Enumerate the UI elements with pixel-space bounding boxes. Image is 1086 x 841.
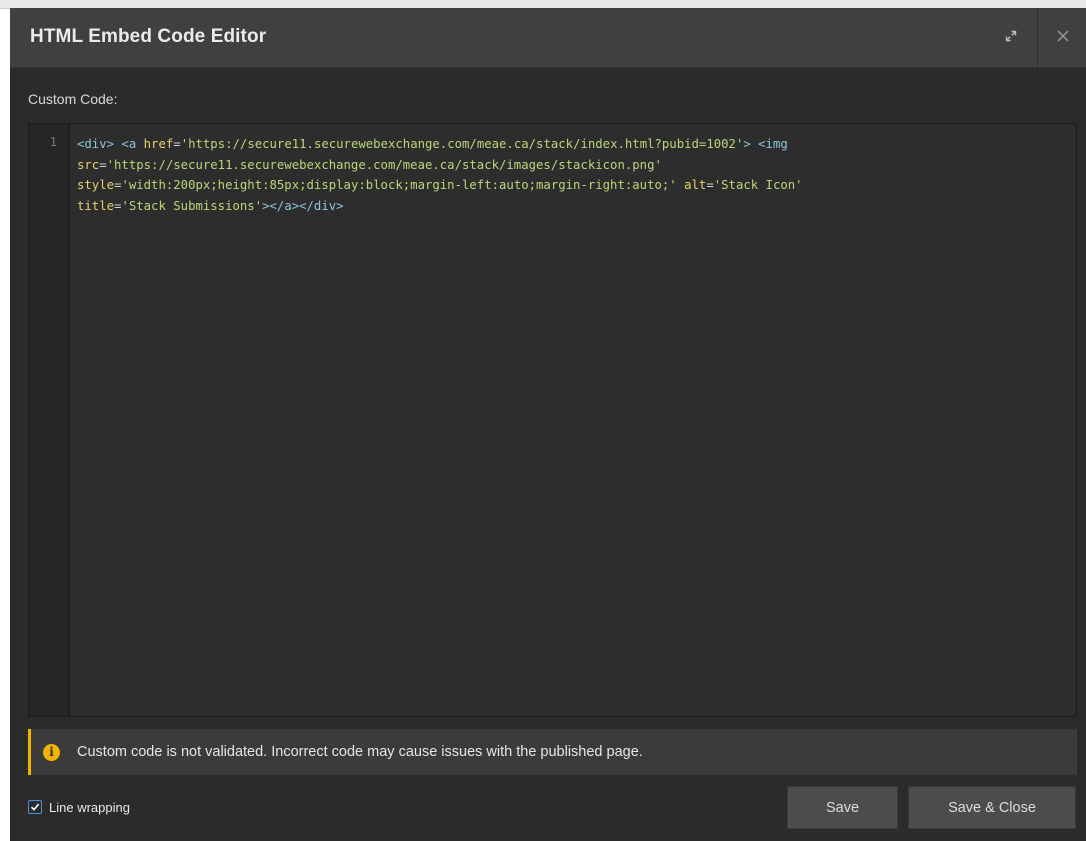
code-token-op: = [706, 178, 714, 192]
code-token-str: 'Stack Submissions' [121, 198, 263, 213]
html-embed-code-editor-dialog: HTML Embed Code Editor Custom Code: 1 <d… [10, 8, 1086, 841]
warning-text: Custom code is not validated. Incorrect … [77, 744, 643, 760]
code-token-attr: alt [684, 178, 707, 192]
code-editor[interactable]: 1 <div> <a href='https://secure11.secure… [28, 123, 1077, 717]
code-token-tag: <img [758, 137, 788, 151]
code-token-op: = [99, 157, 107, 172]
code-token-attr: src [77, 157, 100, 172]
expand-icon [1005, 29, 1017, 47]
close-button[interactable] [1037, 8, 1086, 68]
code-token-attr: href [143, 137, 174, 151]
code-token-op: = [173, 137, 181, 151]
code-line: style = 'width:200px;height:85px;display:b… [77, 175, 1067, 196]
line-wrapping-label: Line wrapping [49, 799, 130, 815]
line-number-gutter: 1 [29, 124, 70, 716]
close-icon [1056, 29, 1070, 48]
code-token-attr: title [77, 198, 115, 213]
expand-button[interactable] [986, 8, 1036, 68]
line-wrapping-checkbox[interactable] [28, 800, 42, 814]
code-token-str: 'Stack Icon' [713, 178, 803, 192]
code-line: title='Stack Submissions'></a></div> [77, 196, 1067, 217]
info-icon: i [43, 744, 60, 761]
save-and-close-button[interactable]: Save & Close [908, 786, 1076, 829]
code-token-op [677, 178, 684, 192]
code-line: src='https://secure11.securewebexchange.… [77, 155, 1067, 176]
line-wrapping-toggle[interactable]: Line wrapping [28, 798, 130, 816]
checkmark-icon [30, 803, 40, 811]
code-line: <div> <a href='https://secure11.securewe… [77, 134, 1067, 155]
code-token-op [136, 137, 143, 151]
code-token-str: 'https://secure11.securewebexchange.com/… [106, 157, 662, 172]
custom-code-label: Custom Code: [28, 91, 118, 107]
code-token-attr: style [77, 178, 115, 192]
dialog-title: HTML Embed Code Editor [30, 26, 267, 47]
save-button[interactable]: Save [787, 786, 898, 829]
code-token-tag: ></a></div> [262, 198, 344, 213]
code-token-str: 'https://secure11.securewebexchange.com/… [180, 137, 744, 151]
line-number: 1 [49, 135, 57, 149]
code-token-str: 'width:200px;height:85px;display:block;m… [121, 178, 677, 192]
code-token-tag: > [743, 137, 751, 151]
code-content[interactable]: <div> <a href='https://secure11.securewe… [77, 134, 1067, 216]
code-token-tag: <div> [77, 137, 115, 151]
dialog-titlebar: HTML Embed Code Editor [10, 8, 1086, 68]
validation-warning: i Custom code is not validated. Incorrec… [28, 729, 1077, 775]
code-token-tag: <a [121, 137, 137, 151]
